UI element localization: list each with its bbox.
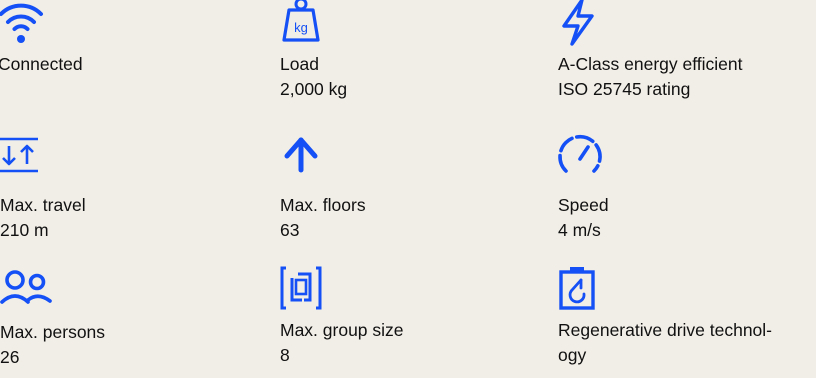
feature-speed: Speed 4 m/s [558, 131, 816, 243]
speedometer-icon [558, 131, 602, 177]
kg-icon-text: kg [294, 20, 308, 35]
feature-label: Max. group size [280, 320, 404, 340]
feature-value: ISO 25745 rating [558, 79, 691, 99]
travel-arrows-icon [0, 136, 40, 174]
feature-regenerative-drive: Regenerative drive technol- ogy [558, 266, 816, 368]
feature-max-group-size: Max. group size 8 [280, 266, 540, 368]
feature-label: Max. floors [280, 195, 366, 215]
feature-value: ogy [558, 345, 587, 365]
feature-value: 63 [280, 220, 300, 240]
feature-value: 26 [0, 347, 20, 367]
feature-label: Regenerative drive technol- [558, 320, 773, 340]
weight-kg-icon: kg [280, 0, 322, 46]
feature-value: 2,000 kg [280, 79, 348, 99]
feature-max-travel: Max. travel 210 m [0, 136, 260, 243]
feature-label: Load [280, 54, 319, 74]
elevator-group-icon [280, 266, 322, 310]
feature-max-floors: Max. floors 63 [280, 136, 540, 243]
feature-label: Connected [0, 54, 83, 74]
feature-label: Speed [558, 195, 609, 215]
feature-value: 4 m/s [558, 220, 601, 240]
feature-connected: Connected [0, 0, 258, 77]
wifi-icon [0, 0, 44, 46]
regenerative-battery-icon [558, 266, 598, 310]
feature-label: A-Class energy efficient [558, 54, 743, 74]
feature-max-persons: Max. persons 26 [0, 270, 260, 370]
persons-icon [0, 270, 54, 306]
feature-value: 8 [280, 345, 290, 365]
feature-label: Max. travel [0, 195, 86, 215]
feature-energy: A-Class energy efficient ISO 25745 ratin… [558, 0, 816, 102]
lightning-icon [558, 0, 598, 46]
arrow-up-icon [280, 136, 320, 174]
feature-value: 210 m [0, 220, 49, 240]
feature-label: Max. persons [0, 322, 106, 342]
feature-load: kg Load 2,000 kg [280, 0, 540, 102]
